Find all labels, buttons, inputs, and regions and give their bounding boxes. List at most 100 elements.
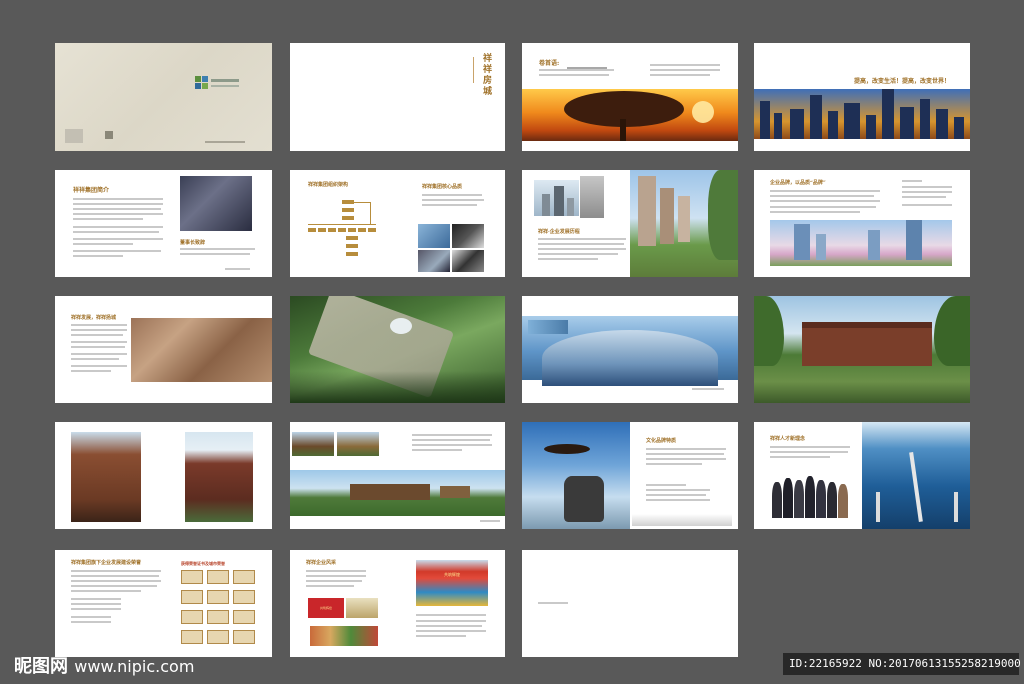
text-line xyxy=(646,458,726,460)
page-resort xyxy=(290,422,505,529)
text-line xyxy=(71,334,123,336)
text-line xyxy=(770,195,874,197)
text-line xyxy=(306,585,354,587)
logo-square xyxy=(195,83,201,89)
text-line xyxy=(71,616,111,618)
honors-heading: 祥祥集团旗下企业发展建设荣誉 xyxy=(71,560,142,566)
page-company-intro: 祥祥集团简介 董事长致辞 xyxy=(55,170,272,277)
org-node xyxy=(342,200,354,204)
text-line xyxy=(538,602,568,604)
qr-mark xyxy=(105,131,113,139)
logo-square xyxy=(195,76,201,82)
text-line xyxy=(902,191,952,193)
text-line xyxy=(73,231,159,233)
text-line xyxy=(416,620,486,622)
page-history: 祥祥·企业发展历程 xyxy=(522,170,738,277)
text-line xyxy=(306,570,366,572)
event-banner-photo: 共筑辉煌 xyxy=(308,598,344,618)
text-line xyxy=(71,324,127,326)
text-line xyxy=(180,248,255,250)
text-line xyxy=(71,580,161,582)
org-node xyxy=(348,228,356,232)
page-aerial-view xyxy=(290,296,505,403)
event-banner: 共筑辉煌 xyxy=(444,572,460,577)
text-line xyxy=(770,206,876,208)
tower-photo xyxy=(580,176,604,218)
resort-panorama xyxy=(290,470,505,516)
text-line xyxy=(180,253,250,255)
page-architecture xyxy=(55,422,272,529)
page-talent: 祥祥人才新理念 xyxy=(754,422,970,529)
text-line xyxy=(539,74,609,76)
text-line xyxy=(306,575,366,577)
text-line xyxy=(73,208,161,210)
page-back-cover xyxy=(522,550,738,657)
text-line xyxy=(902,186,952,188)
text-line xyxy=(412,444,492,446)
blurred-mark xyxy=(65,129,83,143)
text-line xyxy=(567,67,607,69)
text-line xyxy=(73,238,163,240)
vertical-title: 祥祥房城 xyxy=(481,53,491,97)
text-line xyxy=(770,446,850,448)
resort-photo-small xyxy=(292,432,334,456)
org-node xyxy=(346,252,358,256)
chairman-heading: 董事长致辞 xyxy=(180,240,206,246)
quality-heading: 祥祥集团核心品质 xyxy=(422,184,463,190)
meeting-photo xyxy=(418,250,450,272)
culture-heading: 文化品牌特质 xyxy=(646,438,677,444)
text-line xyxy=(422,199,484,201)
talent-heading: 祥祥人才新理念 xyxy=(770,436,806,442)
villa-building xyxy=(802,326,932,366)
logo-text xyxy=(211,85,239,87)
logo-square xyxy=(202,83,208,89)
text-line xyxy=(412,439,490,441)
group-activity-photo xyxy=(310,626,378,646)
text-line xyxy=(71,329,127,331)
apartment-photo xyxy=(185,432,253,522)
certificates-heading: 获得荣誉证书及城市荣誉 xyxy=(181,561,225,566)
image-id-label: ID:22165922 NO:20170613155258219000 xyxy=(783,653,1021,675)
text-line xyxy=(480,520,500,522)
text-line xyxy=(71,341,127,343)
text-line xyxy=(73,218,143,220)
certificate xyxy=(233,630,255,644)
certificate xyxy=(181,590,203,604)
text-line xyxy=(538,248,626,250)
org-node xyxy=(346,236,358,240)
text-line xyxy=(650,74,710,76)
residential-photo xyxy=(630,170,738,277)
page-villa xyxy=(754,296,970,403)
org-node xyxy=(346,244,358,248)
text-line xyxy=(73,226,163,228)
logo-text xyxy=(211,79,239,82)
org-node xyxy=(358,228,366,232)
page-cover xyxy=(55,43,272,151)
text-line xyxy=(73,243,133,245)
certificate xyxy=(181,630,203,644)
team-photo xyxy=(418,224,450,248)
text-line xyxy=(71,575,159,577)
text-line xyxy=(416,625,482,627)
watermark-brand: 昵图网 xyxy=(14,656,68,677)
text-line xyxy=(71,370,111,372)
page-honors: 祥祥集团旗下企业发展建设荣誉 获得荣誉证书及城市荣誉 xyxy=(55,550,272,657)
text-line xyxy=(692,388,724,390)
page-city-slogan: 提高，改变生活！提高，改变世界！ xyxy=(754,43,970,151)
certificate xyxy=(181,570,203,584)
foreword-heading: 卷首语: xyxy=(539,60,560,67)
certificate xyxy=(207,630,229,644)
chairman-photo xyxy=(180,176,252,231)
certificate xyxy=(233,570,255,584)
text-line xyxy=(646,484,686,486)
org-node xyxy=(338,228,346,232)
text-line xyxy=(71,570,161,572)
text-line xyxy=(412,434,492,436)
text-line xyxy=(71,590,141,592)
text-line xyxy=(539,69,614,71)
aerial-shade xyxy=(290,371,505,403)
logo-square xyxy=(202,76,208,82)
development-heading: 祥祥发展，祥祥扬城 xyxy=(71,315,117,321)
title-rule xyxy=(473,57,474,83)
handshake-photo xyxy=(452,224,484,248)
